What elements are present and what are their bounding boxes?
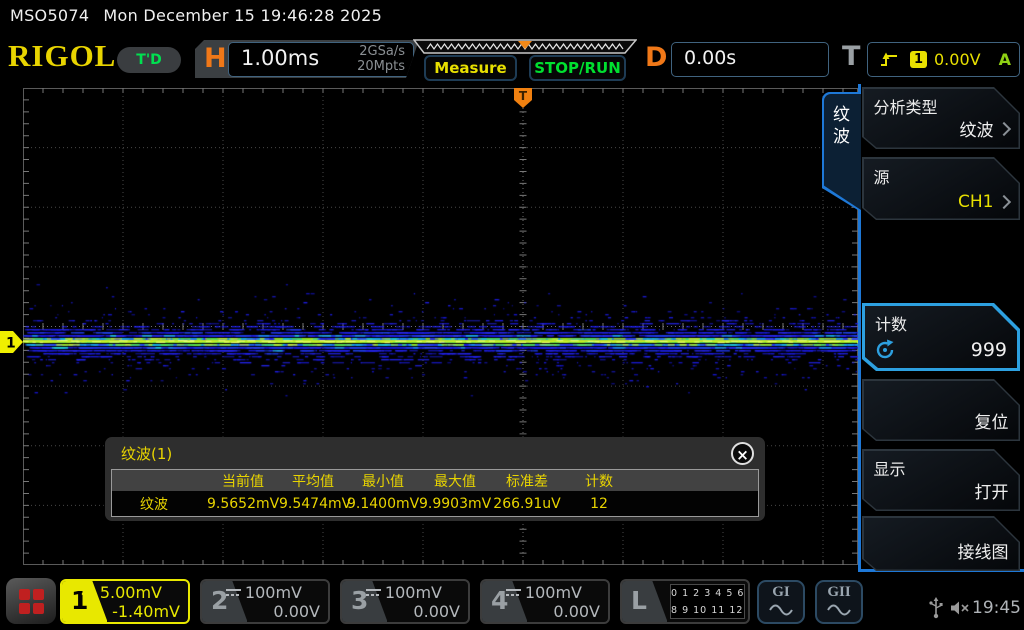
sample-rate-memory: 2GSa/s 20Mpts [357, 44, 405, 74]
display-label: 显示 [874, 456, 906, 480]
channel-4-scale: 100mV [525, 583, 582, 602]
channel-4-offset: 0.00V [553, 602, 600, 621]
chevron-right-icon [996, 195, 1010, 209]
horizontal-settings-group[interactable]: H 1.00ms 2GSa/s 20Mpts [195, 40, 419, 78]
val-stddev: 266.91uV [491, 496, 563, 512]
delay-box[interactable]: 0.00s [671, 42, 829, 77]
channel1-level-marker[interactable]: 1 [0, 331, 23, 353]
tab-label: 纹波 [822, 104, 861, 148]
val-max: 9.9903mV [419, 496, 491, 512]
logic-label: L [631, 586, 647, 615]
measurement-popup: 纹波(1) × 当前值 平均值 最小值 最大值 标准差 计数 纹波 9.5652… [105, 437, 765, 521]
speaker-muted-icon[interactable] [950, 600, 970, 616]
trigger-slope-icon [880, 51, 898, 68]
trigger-position-marker[interactable]: T [514, 88, 532, 109]
trigger-label: T [842, 41, 860, 72]
table-row: 纹波 9.5652mV 9.5474mV 9.1400mV 9.9903mV 2… [112, 491, 758, 516]
reset-label: 复位 [975, 408, 1009, 433]
display-value: 打开 [975, 478, 1009, 503]
knob-icon [874, 339, 896, 361]
main-menu-button[interactable] [6, 578, 56, 624]
logic-channels-button[interactable]: L 0 1 2 3 4 5 6 7 8 9 10 11 12 13 14 15 [620, 579, 750, 624]
menu-item-source[interactable]: 源 CH1 [862, 157, 1020, 220]
sine-wave-icon [827, 604, 851, 616]
menu-item-wiring-diagram[interactable]: 接线图 [862, 516, 1020, 571]
logic-channel-numbers: 0 1 2 3 4 5 6 7 8 9 10 11 12 13 14 15 [670, 584, 745, 619]
svg-text:1: 1 [6, 336, 16, 352]
delay-value: 0.00s [684, 47, 736, 69]
col-count: 计数 [563, 471, 635, 491]
channel-4-button[interactable]: 4 100mV 0.00V [480, 579, 610, 624]
source-value: CH1 [958, 192, 993, 212]
memory-depth: 20Mpts [357, 59, 405, 74]
trigger-status-badge: T'D [117, 47, 181, 73]
record-position-indicator[interactable] [413, 39, 637, 55]
col-average: 平均值 [279, 471, 347, 491]
wiring-diagram-label: 接线图 [958, 538, 1009, 563]
trigger-box[interactable]: 1 0.00V A [867, 42, 1020, 77]
usb-icon [928, 597, 944, 619]
val-average: 9.5474mV [279, 496, 347, 512]
channel-2-button[interactable]: 2 100mV 0.00V [200, 579, 330, 624]
menu-item-reset[interactable]: 复位 [862, 379, 1020, 441]
chevron-right-icon [996, 121, 1010, 135]
col-stddev: 标准差 [491, 471, 563, 491]
generator-1-button[interactable]: GI [757, 580, 805, 624]
trigger-level-value: 0.00V [934, 50, 981, 69]
col-max: 最大值 [419, 471, 491, 491]
ac-coupling-icon: ~ [80, 588, 96, 598]
timebase-value: 1.00ms [241, 46, 319, 70]
measurement-table: 当前值 平均值 最小值 最大值 标准差 计数 纹波 9.5652mV 9.547… [111, 469, 759, 517]
channel-1-button[interactable]: 1 ~5.00mV -1.40mV [60, 579, 190, 624]
measure-button[interactable]: Measure [424, 55, 517, 81]
delay-label: D [645, 42, 667, 73]
sine-wave-icon [769, 604, 793, 616]
svg-text:T: T [519, 89, 528, 103]
horizontal-label: H [204, 43, 227, 74]
channel-3-scale: 100mV [385, 583, 442, 602]
analysis-type-value: 纹波 [960, 116, 994, 141]
menu-item-display[interactable]: 显示 打开 [862, 449, 1020, 511]
status-bar: MSO5074 Mon December 15 19:46:28 2025 [10, 6, 382, 25]
menu-item-count[interactable]: 计数 999 [862, 303, 1020, 371]
val-count: 12 [563, 496, 635, 512]
popup-title: 纹波(1) [121, 443, 172, 464]
channel-2-offset: 0.00V [273, 602, 320, 621]
count-label: 计数 [875, 311, 907, 335]
rigol-logo: RIGOL [8, 38, 116, 74]
menu-item-analysis-type[interactable]: 分析类型 纹波 [862, 87, 1020, 149]
acquire-mode-indicator: A [999, 50, 1011, 69]
close-icon[interactable]: × [731, 442, 754, 465]
channel-3-button[interactable]: 3 100mV 0.00V [340, 579, 470, 624]
count-value: 999 [971, 339, 1007, 361]
dc-coupling-icon [226, 588, 241, 597]
source-label: 源 [874, 164, 890, 188]
timebase-box[interactable]: 1.00ms 2GSa/s 20Mpts [228, 42, 414, 77]
channel-1-scale: 5.00mV [100, 583, 162, 602]
generator-2-button[interactable]: GII [815, 580, 863, 624]
col-current: 当前值 [207, 471, 279, 491]
channel-2-scale: 100mV [245, 583, 302, 602]
table-header-row: 当前值 平均值 最小值 最大值 标准差 计数 [112, 470, 758, 491]
datetime-text: Mon December 15 19:46:28 2025 [103, 6, 382, 25]
dc-coupling-icon [506, 588, 521, 597]
col-min: 最小值 [347, 471, 419, 491]
model-name: MSO5074 [10, 6, 89, 25]
analysis-type-label: 分析类型 [874, 94, 938, 118]
dc-coupling-icon [366, 588, 381, 597]
clock-text: 19:45 [972, 598, 1021, 618]
val-min: 9.1400mV [347, 496, 419, 512]
stop-run-button[interactable]: STOP/RUN [529, 55, 626, 81]
val-current: 9.5652mV [207, 496, 279, 512]
sample-rate: 2GSa/s [357, 44, 405, 59]
channel-1-offset: -1.40mV [112, 602, 180, 621]
trigger-source-badge: 1 [910, 51, 927, 68]
oscilloscope-screen: { "statusbar": { "model": "MSO5074", "da… [0, 0, 1024, 630]
tab-ripple-menu[interactable]: 纹波 [822, 92, 861, 212]
channel-3-offset: 0.00V [413, 602, 460, 621]
row-name: 纹波 [112, 494, 207, 514]
